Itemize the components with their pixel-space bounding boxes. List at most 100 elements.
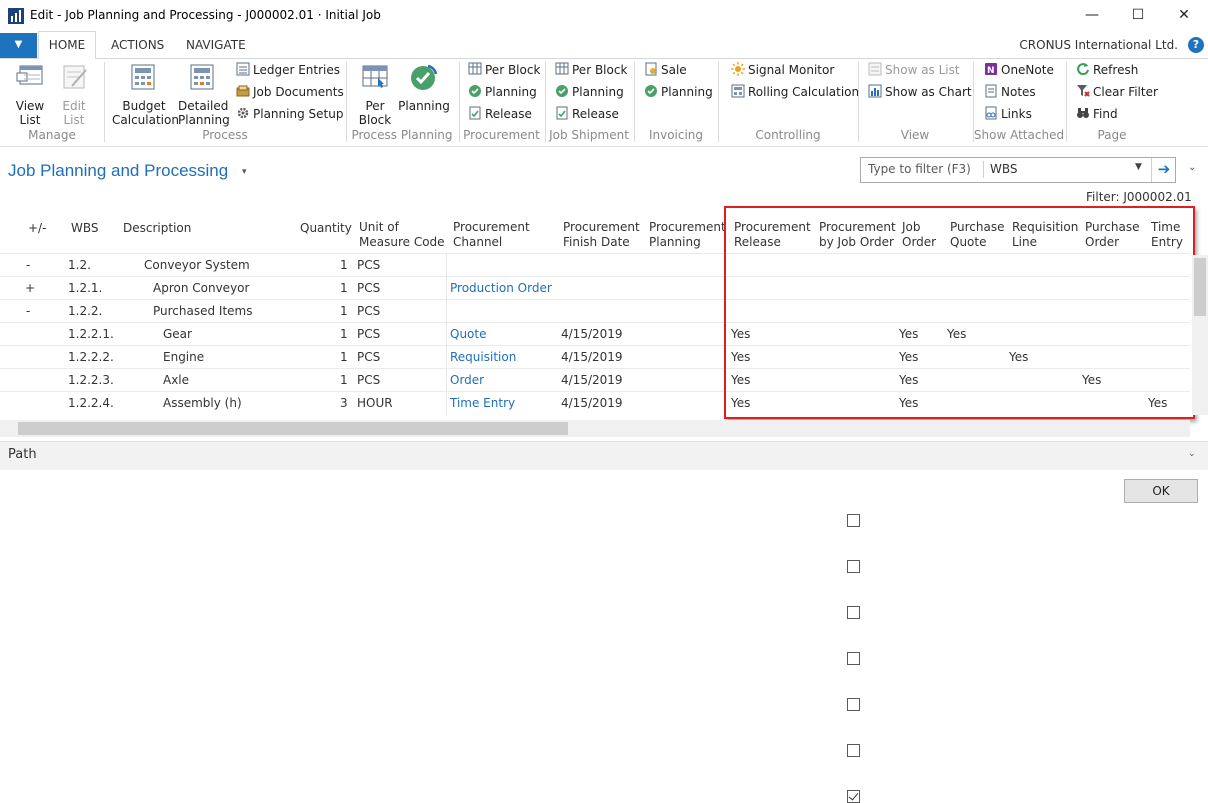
path-label: Path	[8, 447, 37, 462]
app-icon	[8, 8, 24, 24]
group-label-show-attached: Show Attached	[973, 128, 1065, 142]
detailed-planning-button[interactable]: Detailed Planning	[178, 64, 230, 127]
filter-field-select[interactable]: WBS	[990, 162, 1018, 176]
column-header-description[interactable]: Description	[123, 221, 191, 236]
path-bar[interactable]	[0, 441, 1208, 470]
clear-filter-button[interactable]: Clear Filter	[1076, 83, 1158, 101]
cell-procurement-channel[interactable]: Order	[450, 369, 484, 392]
cell-description: Conveyor System	[144, 258, 250, 272]
process-planning-button[interactable]: Planning	[398, 64, 450, 113]
checkbox-procurement-by-job-order[interactable]	[847, 514, 860, 527]
sale-button[interactable]: Sale	[644, 61, 687, 79]
checkbox-procurement-by-job-order[interactable]	[847, 698, 860, 711]
cell-description: Assembly (h)	[163, 396, 242, 410]
horizontal-scrollbar-thumb[interactable]	[18, 422, 568, 435]
view-list-button[interactable]: View List	[10, 64, 50, 127]
arrow-right-icon[interactable]: ➔	[1151, 158, 1176, 182]
gear-icon	[237, 107, 249, 119]
shipment-per-block-button[interactable]: Per Block	[555, 61, 627, 79]
vertical-scrollbar-thumb[interactable]	[1194, 258, 1206, 316]
process-per-block-button[interactable]: Per Block	[354, 64, 396, 127]
tab-home[interactable]: HOME	[38, 31, 96, 60]
column-header-procurement-finish-date[interactable]: Procurement Finish Date	[563, 220, 640, 250]
show-as-chart-button[interactable]: Show as Chart	[868, 83, 972, 101]
procurement-planning-button[interactable]: Planning	[468, 83, 537, 101]
column-header-procurement-planning[interactable]: Procurement Planning	[649, 220, 726, 250]
check-circle-icon	[556, 85, 568, 97]
page-title-dropdown-icon[interactable]: ▾	[242, 167, 247, 177]
column-header-quantity[interactable]: Quantity	[300, 221, 352, 236]
edit-list-button[interactable]: Edit List	[56, 64, 92, 127]
cell-wbs: 1.2.2.4.	[68, 396, 114, 410]
minimize-button[interactable]: —	[1069, 0, 1115, 31]
grid-table-icon	[362, 65, 388, 88]
refresh-button[interactable]: Refresh	[1076, 61, 1138, 79]
tab-navigate[interactable]: NAVIGATE	[186, 32, 246, 58]
tab-actions[interactable]: ACTIONS	[111, 32, 164, 58]
group-label-manage: Manage	[28, 128, 76, 142]
maximize-button[interactable]: ☐	[1115, 0, 1161, 31]
cell-procurement-channel[interactable]: Quote	[450, 323, 486, 346]
procurement-per-block-button[interactable]: Per Block	[468, 61, 540, 79]
check-circle-icon	[411, 64, 438, 90]
procurement-release-button[interactable]: Release	[468, 105, 532, 123]
planning-setup-button[interactable]: Planning Setup	[236, 105, 343, 123]
company-name[interactable]: CRONUS International Ltd.	[1019, 38, 1178, 52]
cell-uom: PCS	[357, 281, 381, 295]
show-as-list-button[interactable]: Show as List	[868, 61, 960, 79]
cell-procurement-channel[interactable]: Requisition	[450, 346, 516, 369]
cell-quantity: 1	[340, 327, 348, 341]
cell-quantity: 1	[340, 281, 348, 295]
collapse-chevron-icon[interactable]: ⌄	[1188, 162, 1196, 173]
cell-expand[interactable]: +	[25, 277, 35, 300]
detailed-planning-icon	[190, 64, 214, 90]
cell-wbs: 1.2.2.2.	[68, 350, 114, 364]
checkbox-procurement-by-job-order[interactable]	[847, 744, 860, 757]
cell-finish-date: 4/15/2019	[561, 396, 623, 410]
cell-procurement-channel[interactable]: Time Entry	[450, 392, 515, 415]
page-title: Job Planning and Processing	[8, 161, 229, 180]
help-icon[interactable]: ?	[1188, 37, 1204, 53]
checkbox-procurement-by-job-order[interactable]	[847, 606, 860, 619]
column-header-procurement-channel[interactable]: Procurement Channel	[453, 220, 530, 250]
process-per-block-label: Per Block	[358, 99, 392, 127]
budget-calculation-button[interactable]: Budget Calculation	[112, 64, 179, 127]
notes-button[interactable]: Notes	[984, 83, 1036, 101]
find-button[interactable]: Find	[1076, 105, 1118, 123]
refresh-icon	[1077, 63, 1089, 76]
checkbox-procurement-by-job-order[interactable]	[847, 560, 860, 573]
cell-quantity: 1	[340, 350, 348, 364]
links-button[interactable]: Links	[984, 105, 1032, 123]
cell-wbs: 1.2.2.1.	[68, 327, 114, 341]
invoicing-planning-button[interactable]: Planning	[644, 83, 713, 101]
column-header-wbs[interactable]: WBS	[71, 221, 99, 236]
chevron-down-icon[interactable]: ⌄	[1188, 449, 1196, 459]
column-header-line2: Finish Date	[563, 235, 630, 249]
signal-monitor-button[interactable]: Signal Monitor	[731, 61, 834, 79]
budget-calculation-label: Budget Calculation	[112, 99, 179, 127]
column-header-uom[interactable]: Unit of Measure Code	[359, 220, 445, 250]
chevron-down-icon[interactable]: ▼	[1135, 162, 1142, 172]
close-button[interactable]: ✕	[1161, 0, 1207, 31]
sale-label: Sale	[661, 63, 687, 77]
find-label: Find	[1093, 107, 1118, 121]
clear-filter-label: Clear Filter	[1093, 85, 1158, 99]
planning-setup-label: Planning Setup	[253, 107, 344, 121]
cell-procurement-channel[interactable]: Production Order	[450, 277, 552, 300]
shipment-planning-button[interactable]: Planning	[555, 83, 624, 101]
cell-expand[interactable]: -	[26, 254, 30, 277]
rolling-calculation-button[interactable]: Rolling Calculation	[731, 83, 859, 101]
cell-expand[interactable]: -	[26, 300, 30, 323]
job-documents-button[interactable]: Job Documents	[236, 83, 344, 101]
ok-button[interactable]: OK	[1124, 479, 1198, 503]
filter-input[interactable]: Type to filter (F3)	[868, 162, 971, 176]
cell-quantity: 1	[340, 373, 348, 387]
onenote-button[interactable]: N OneNote	[984, 61, 1054, 79]
checkbox-procurement-by-job-order[interactable]	[847, 652, 860, 665]
column-header-expand[interactable]: +/-	[28, 221, 46, 236]
shipment-release-button[interactable]: Release	[555, 105, 619, 123]
cell-quantity: 3	[340, 396, 348, 410]
ledger-entries-button[interactable]: Ledger Entries	[236, 61, 340, 79]
app-menu-button[interactable]: ▼	[0, 33, 37, 58]
checkbox-procurement-by-job-order[interactable]	[847, 790, 860, 803]
